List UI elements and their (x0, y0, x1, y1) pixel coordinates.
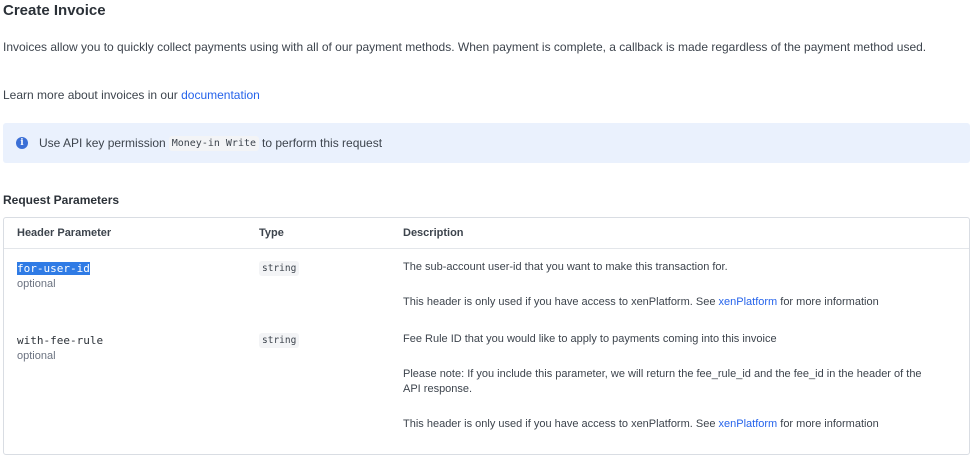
parameters-table: Header Parameter Type Description for-us… (3, 217, 970, 455)
xenplatform-link[interactable]: xenPlatform (719, 418, 778, 430)
type-badge: string (259, 333, 300, 348)
request-parameters-heading: Request Parameters (3, 193, 120, 207)
param-cell: with-fee-rule optional (17, 334, 103, 362)
note-suffix: for more information (777, 418, 879, 430)
learn-more-text: Learn more about invoices in our (3, 88, 182, 102)
info-icon: i (16, 137, 28, 149)
description-cell: The sub-account user-id that you want to… (403, 260, 928, 310)
note-text: This header is only used if you have acc… (403, 418, 719, 430)
param-optional: optional (17, 278, 56, 290)
note-suffix: for more information (777, 296, 879, 308)
description-note: This header is only used if you have acc… (403, 417, 928, 432)
param-name[interactable]: for-user-id (17, 262, 90, 275)
type-cell: string (259, 333, 300, 348)
note-text: This header is only used if you have acc… (403, 296, 719, 308)
param-optional: optional (17, 350, 56, 362)
xenplatform-link[interactable]: xenPlatform (719, 296, 778, 308)
column-type: Type (259, 227, 284, 239)
description-text: Fee Rule ID that you would like to apply… (403, 333, 777, 345)
page-title: Create Invoice (3, 2, 106, 19)
type-badge: string (259, 261, 300, 276)
description-note: Please note: If you include this paramet… (403, 368, 922, 395)
callout-suffix: to perform this request (262, 136, 383, 150)
param-cell: for-user-id optional (17, 262, 90, 290)
column-header-parameter: Header Parameter (17, 227, 112, 239)
header-divider (4, 248, 969, 249)
documentation-link[interactable]: documentation (181, 88, 260, 102)
permission-callout: i Use API key permission Money-in Write … (3, 123, 970, 163)
page: Create Invoice Invoices allow you to qui… (0, 0, 973, 459)
type-cell: string (259, 261, 300, 276)
learn-more: Learn more about invoices in our documen… (3, 88, 260, 102)
description-text: The sub-account user-id that you want to… (403, 261, 728, 273)
permission-code: Money-in Write (168, 135, 260, 151)
column-description: Description (403, 227, 464, 239)
intro-text: Invoices allow you to quickly collect pa… (3, 40, 927, 54)
param-name: with-fee-rule (17, 334, 104, 347)
description-note: This header is only used if you have acc… (403, 295, 928, 310)
description-cell: Fee Rule ID that you would like to apply… (403, 332, 928, 432)
callout-prefix: Use API key permission (39, 136, 166, 150)
